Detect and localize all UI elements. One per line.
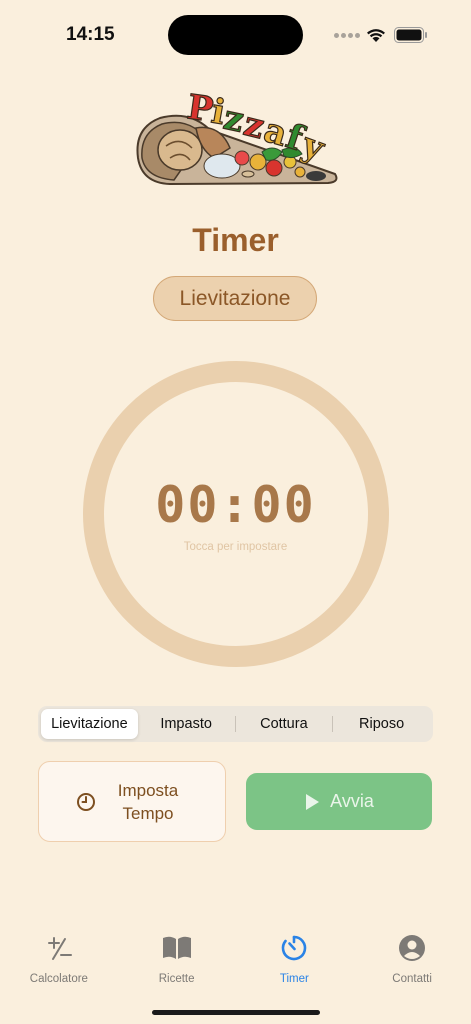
timer-hint: Tocca per impostare: [183, 541, 288, 553]
person-circle-icon: [399, 935, 426, 961]
timer-display[interactable]: 00:00: [0, 476, 471, 534]
set-time-label: Imposta Tempo: [117, 780, 179, 823]
tab-calcolatore[interactable]: Calcolatore: [0, 932, 118, 1002]
tab-contatti[interactable]: Contatti: [353, 932, 471, 1002]
home-indicator: [152, 1010, 320, 1015]
plus-minus-icon: [47, 937, 72, 960]
tab-label: Calcolatore: [29, 973, 88, 985]
tab-bar: Calcolatore Ricette Timer Contatti: [0, 932, 471, 1002]
segment-cottura[interactable]: Cottura: [236, 709, 333, 739]
status-time: 14:15: [66, 24, 115, 45]
battery-icon: [394, 27, 427, 43]
tab-label: Ricette: [158, 973, 195, 985]
dynamic-island: [168, 15, 303, 55]
segment-riposo[interactable]: Riposo: [333, 709, 430, 739]
phase-segmented-control: Lievitazione Impasto Cottura Riposo: [38, 706, 433, 742]
segment-lievitazione[interactable]: Lievitazione: [41, 709, 138, 739]
set-time-button[interactable]: Imposta Tempo: [38, 761, 226, 842]
tab-label: Contatti: [392, 973, 432, 985]
page-title: Timer: [192, 222, 279, 258]
segment-impasto[interactable]: Impasto: [138, 709, 235, 739]
pizza-illustration: P i z z a f y: [136, 87, 338, 186]
start-label: Avvia: [330, 791, 374, 811]
current-mode-badge: Lievitazione: [153, 276, 317, 321]
tab-label: Timer: [279, 973, 309, 985]
tab-timer[interactable]: Timer: [236, 932, 354, 1002]
pizzafy-logo: P i z z a f y: [130, 87, 342, 192]
wifi-icon: [367, 29, 385, 42]
status-indicators: [334, 26, 434, 46]
cellular-signal-icon: [334, 33, 360, 38]
clock-icon: [77, 792, 95, 811]
play-icon: [306, 793, 320, 810]
start-button[interactable]: Avvia: [246, 773, 432, 830]
book-icon: [162, 936, 191, 959]
timer-icon: [282, 935, 307, 961]
tab-ricette[interactable]: Ricette: [118, 932, 236, 1002]
